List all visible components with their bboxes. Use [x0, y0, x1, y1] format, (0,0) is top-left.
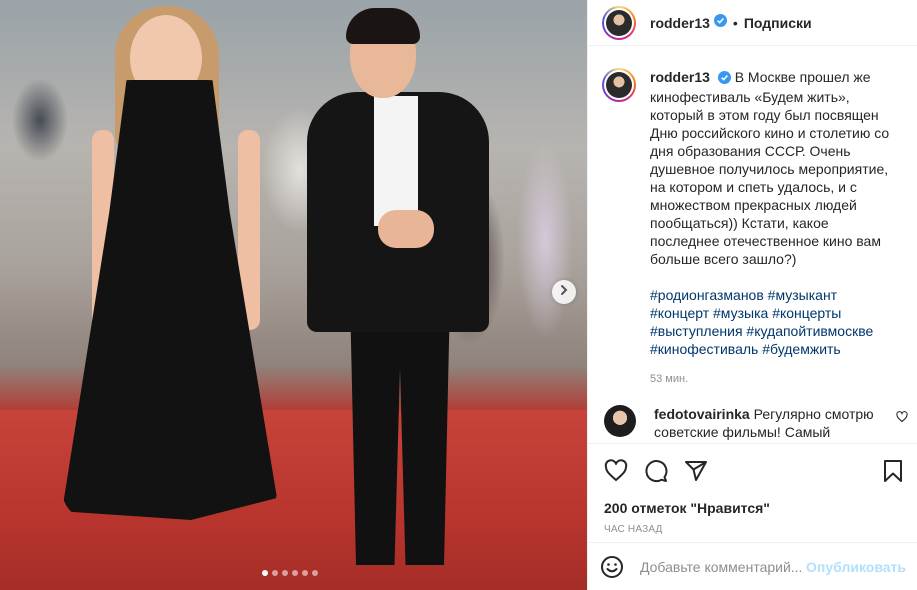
add-comment-bar: Опубликовать: [588, 542, 917, 590]
comment-icon[interactable]: [644, 459, 668, 483]
hashtag-link[interactable]: #кудапойтивмоскве: [746, 323, 873, 339]
comment: fedotovairinka Регулярно смотрю советски…: [602, 405, 912, 441]
hashtags: #родионгазманов #музыкант #концерт #музы…: [650, 286, 902, 358]
hashtag-link[interactable]: #концерт: [650, 305, 709, 321]
heart-icon[interactable]: [896, 410, 908, 428]
hashtag-link[interactable]: #родионгазманов: [650, 287, 764, 303]
hashtag-link[interactable]: #выступления: [650, 323, 743, 339]
post-photo[interactable]: [0, 0, 587, 590]
hashtag-link[interactable]: #музыкант: [768, 287, 837, 303]
verified-icon: [713, 13, 727, 32]
avatar[interactable]: [604, 405, 636, 437]
next-slide-button[interactable]: [552, 280, 576, 304]
carousel-indicator: [262, 570, 318, 576]
chevron-right-icon: [558, 283, 570, 301]
caption-username[interactable]: rodder13: [650, 69, 710, 85]
comment-username[interactable]: fedotovairinka: [654, 406, 750, 422]
comments-area: rodder13 В Москве прошел же кинофестивал…: [588, 56, 917, 444]
carousel-dot: [292, 570, 298, 576]
caption-timestamp[interactable]: 53 мин.: [650, 370, 902, 388]
avatar[interactable]: [602, 68, 636, 102]
header-username[interactable]: rodder13: [650, 15, 710, 31]
post-time[interactable]: ЧАС НАЗАД: [604, 524, 906, 535]
carousel-dot: [302, 570, 308, 576]
following-button[interactable]: Подписки: [744, 15, 812, 31]
man-figure-shirt: [374, 96, 418, 226]
man-figure-hands: [378, 210, 434, 248]
caption: rodder13 В Москве прошел же кинофестивал…: [588, 56, 917, 388]
likes-count[interactable]: 200 отметок "Нравится": [604, 500, 906, 516]
hashtag-link[interactable]: #музыка: [713, 305, 768, 321]
comment-input[interactable]: [640, 558, 806, 575]
separator: •: [732, 14, 738, 31]
carousel-dot: [262, 570, 268, 576]
verified-icon: [717, 70, 731, 88]
heart-icon[interactable]: [604, 459, 628, 483]
caption-text: В Москве прошел же кинофестиваль «Будем …: [650, 69, 894, 267]
carousel-dot: [312, 570, 318, 576]
emoji-icon[interactable]: [600, 555, 624, 579]
bookmark-icon[interactable]: [882, 459, 904, 483]
post-header: rodder13 • Подписки: [588, 0, 917, 46]
publish-button[interactable]: Опубликовать: [806, 559, 906, 575]
hashtag-link[interactable]: #концерты: [772, 305, 841, 321]
post-side-panel: rodder13 • Подписки rodder13 В Москве пр…: [587, 0, 917, 590]
man-figure-hair: [346, 8, 420, 44]
carousel-dot: [272, 570, 278, 576]
hashtag-link[interactable]: #будемжить: [762, 341, 841, 357]
share-icon[interactable]: [684, 459, 708, 483]
carousel-dot: [282, 570, 288, 576]
avatar[interactable]: [602, 5, 636, 40]
post-actions: 200 отметок "Нравится" ЧАС НАЗАД: [588, 443, 917, 535]
hashtag-link[interactable]: #кинофестиваль: [650, 341, 758, 357]
